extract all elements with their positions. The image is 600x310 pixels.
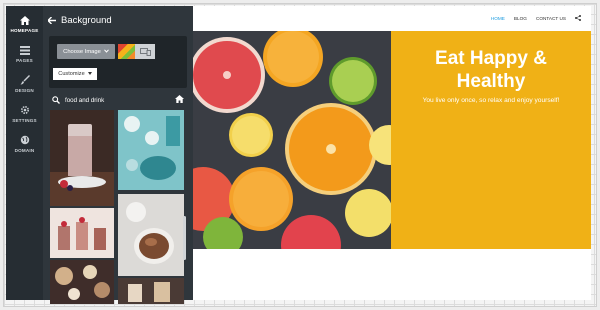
rail-item-pages[interactable]: PAGES [6,44,43,72]
gallery-image-milkshake[interactable] [50,110,114,206]
gear-icon [20,104,30,116]
hero-title: Eat Happy & Healthy [435,48,547,92]
devices-icon [139,43,151,61]
nav-link-home[interactable]: HOME [491,16,505,21]
panel-header: Background [43,12,193,28]
chevron-down-icon [103,48,109,55]
rail-item-label: DOMAIN [14,148,35,153]
globe-icon [20,134,30,146]
site-nav: HOME BLOG CONTACT US [193,6,591,31]
gallery-image-parfaits[interactable] [50,208,114,258]
rail-item-design[interactable]: DESIGN [6,74,43,102]
rail-item-homepage[interactable]: HOMEPAGE [6,14,43,42]
share-icon[interactable] [575,15,581,22]
choose-image-row: Choose Image [49,36,187,88]
brush-icon [20,74,30,86]
icon-rail: HOMEPAGE PAGES DESIGN SETTINGS DOMAIN [6,6,43,300]
caret-down-icon [87,71,92,77]
pages-icon [19,44,30,56]
rail-item-domain[interactable]: DOMAIN [6,134,43,162]
nav-link-blog[interactable]: BLOG [514,16,527,21]
panel-title: Background [61,14,112,26]
gallery-image-cups[interactable] [118,278,184,304]
gallery-image-blue-drinks[interactable] [118,110,184,190]
gallery-scrollbar[interactable] [183,216,186,260]
customize-label: Customize [58,71,85,77]
gallery-image-food-spread[interactable] [50,260,114,304]
rail-item-settings[interactable]: SETTINGS [6,104,43,132]
home-icon[interactable] [175,95,184,103]
search-icon [52,96,60,104]
gallery-image-coffee[interactable] [118,194,184,276]
choose-image-button[interactable]: Choose Image [57,44,115,59]
nav-link-contact[interactable]: CONTACT US [536,16,566,21]
rail-item-label: DESIGN [15,88,34,93]
background-panel: Background Choose Image Customize food a… [43,6,193,304]
hero-subtitle: You live only once, so relax and enjoy y… [422,97,560,104]
device-preview-button[interactable] [135,44,155,59]
customize-dropdown[interactable]: Customize [53,68,97,80]
hero-text-block[interactable]: Eat Happy & Healthy You live only once, … [391,31,591,249]
rail-item-label: PAGES [16,58,33,63]
rail-item-label: SETTINGS [12,118,37,123]
image-search-bar[interactable]: food and drink [49,93,187,107]
home-icon [19,14,30,26]
search-input[interactable]: food and drink [65,97,104,104]
image-gallery [48,108,186,304]
choose-image-label: Choose Image [63,48,101,55]
website-preview: HOME BLOG CONTACT US Eat Happy & Healthy… [193,6,591,300]
selected-image-thumbnail[interactable] [118,44,135,59]
back-arrow-icon[interactable] [48,16,56,24]
rail-item-label: HOMEPAGE [10,28,39,33]
hero-image-citrus[interactable] [193,31,391,249]
